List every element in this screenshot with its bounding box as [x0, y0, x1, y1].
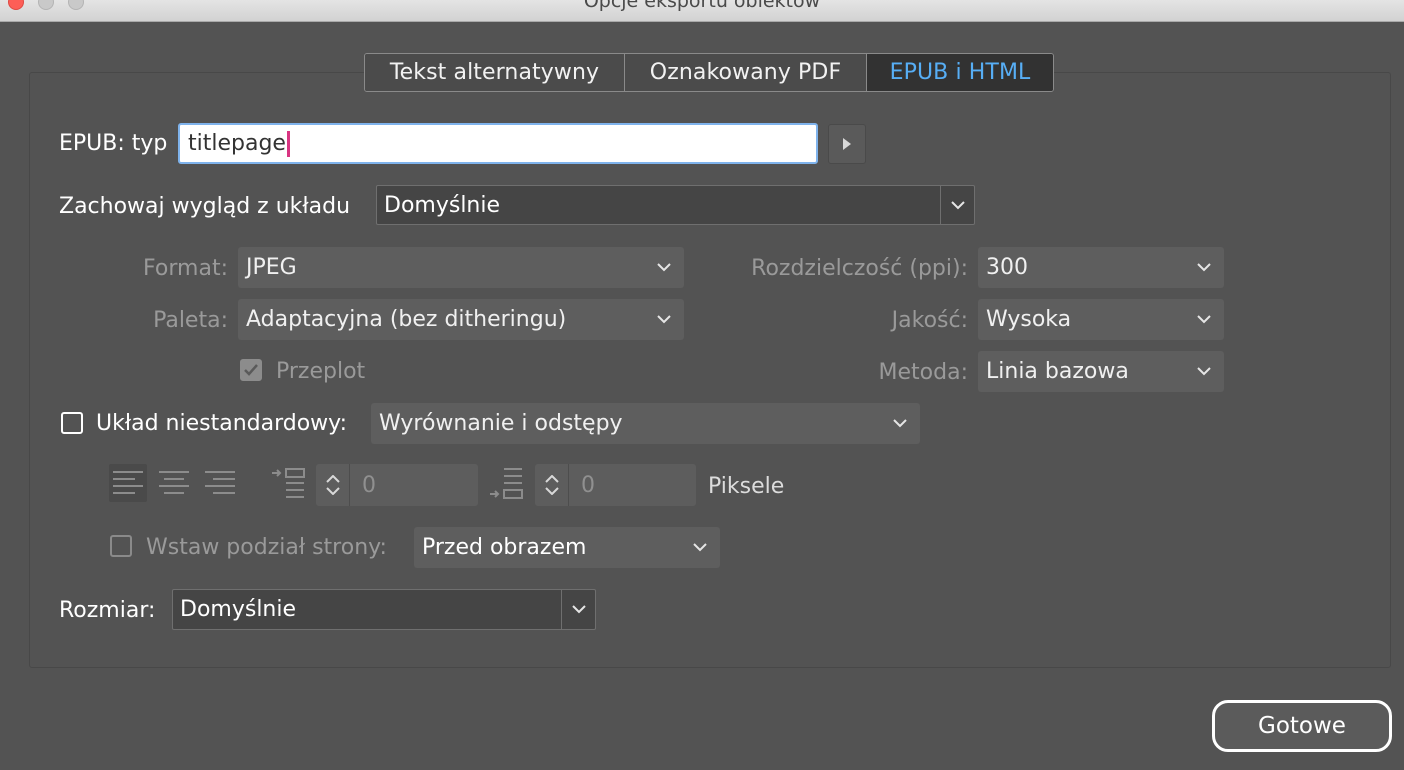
page-break-value: Przed obrazem — [422, 535, 587, 560]
chevron-down-icon — [571, 605, 586, 614]
epub-type-value: titlepage — [188, 131, 286, 156]
quality-select[interactable]: Wysoka — [978, 299, 1224, 340]
preserve-appearance-combo[interactable]: Domyślnie — [376, 185, 975, 225]
resolution-label: Rozdzielczość (ppi): — [751, 256, 968, 281]
method-label: Metoda: — [878, 360, 968, 385]
title-bar: Opcje eksportu obiektów — [0, 0, 1404, 22]
tab-bar: Tekst alternatywny Oznakowany PDF EPUB i… — [364, 53, 1054, 92]
chevron-down-icon — [1197, 367, 1211, 376]
chevron-up-icon[interactable] — [325, 475, 340, 483]
method-select[interactable]: Linia bazowa — [978, 351, 1224, 392]
preserve-appearance-dropdown-button[interactable] — [940, 186, 974, 224]
chevron-down-icon — [1197, 263, 1211, 272]
tab-epub-html[interactable]: EPUB i HTML — [867, 54, 1053, 91]
interlace-label: Przeplot — [276, 359, 366, 384]
size-value: Domyślnie — [180, 597, 297, 622]
format-value: JPEG — [246, 255, 297, 280]
resolution-value: 300 — [986, 255, 1028, 280]
epub-type-input[interactable]: titlepage — [178, 123, 818, 164]
align-right-button[interactable] — [201, 464, 239, 502]
custom-layout-checkbox[interactable] — [61, 412, 83, 434]
custom-layout-label: Układ niestandardowy: — [96, 411, 347, 436]
custom-layout-value: Wyrównanie i odstępy — [379, 411, 623, 436]
palette-select[interactable]: Adaptacyjna (bez ditheringu) — [238, 299, 684, 340]
align-center-button[interactable] — [155, 464, 193, 502]
epub-type-menu-button[interactable] — [828, 124, 866, 164]
align-center-icon — [159, 471, 189, 494]
space-before-icon — [272, 466, 308, 502]
page-break-checkbox[interactable] — [110, 535, 132, 557]
text-caret — [286, 130, 290, 157]
chevron-down-icon — [893, 419, 907, 428]
method-value: Linia bazowa — [986, 359, 1129, 384]
chevron-down-icon[interactable] — [544, 487, 559, 495]
chevron-down-icon — [950, 200, 965, 209]
chevron-down-icon[interactable] — [325, 487, 340, 495]
align-right-icon — [205, 471, 235, 494]
page-break-label: Wstaw podział strony: — [146, 535, 387, 560]
format-label: Format: — [143, 256, 228, 281]
interlace-checkbox[interactable] — [240, 359, 262, 381]
epub-type-label: EPUB: typ — [59, 131, 168, 156]
chevron-up-icon[interactable] — [544, 475, 559, 483]
page-break-select[interactable]: Przed obrazem — [414, 527, 720, 568]
align-left-icon — [113, 471, 143, 494]
format-select[interactable]: JPEG — [238, 247, 684, 288]
units-label: Piksele — [708, 474, 785, 499]
preserve-appearance-value: Domyślnie — [384, 192, 501, 218]
space-after-icon — [490, 466, 526, 502]
done-button[interactable]: Gotowe — [1212, 700, 1392, 752]
chevron-down-icon — [657, 263, 671, 272]
triangle-right-icon — [843, 138, 851, 150]
quality-value: Wysoka — [986, 307, 1072, 332]
window-title: Opcje eksportu obiektów — [583, 0, 821, 12]
tab-tagged-pdf[interactable]: Oznakowany PDF — [625, 54, 867, 91]
palette-value: Adaptacyjna (bez ditheringu) — [246, 307, 567, 332]
preserve-appearance-label: Zachowaj wygląd z układu — [59, 194, 351, 219]
tab-alt-text[interactable]: Tekst alternatywny — [365, 54, 625, 91]
custom-layout-select[interactable]: Wyrównanie i odstępy — [371, 403, 920, 444]
palette-label: Paleta: — [153, 308, 228, 333]
space-after-value: 0 — [581, 472, 595, 498]
space-before-stepper[interactable]: 0 — [316, 464, 478, 506]
chevron-down-icon — [657, 315, 671, 324]
checkmark-icon — [244, 364, 258, 376]
size-label: Rozmiar: — [59, 598, 156, 623]
space-before-value: 0 — [362, 472, 376, 498]
chevron-down-icon — [1197, 315, 1211, 324]
size-dropdown-button[interactable] — [561, 590, 595, 629]
quality-label: Jakość: — [891, 308, 968, 333]
resolution-select[interactable]: 300 — [978, 247, 1224, 288]
align-left-button[interactable] — [109, 464, 147, 502]
space-after-stepper[interactable]: 0 — [535, 464, 696, 506]
chevron-down-icon — [693, 543, 707, 552]
size-combo[interactable]: Domyślnie — [172, 589, 596, 630]
